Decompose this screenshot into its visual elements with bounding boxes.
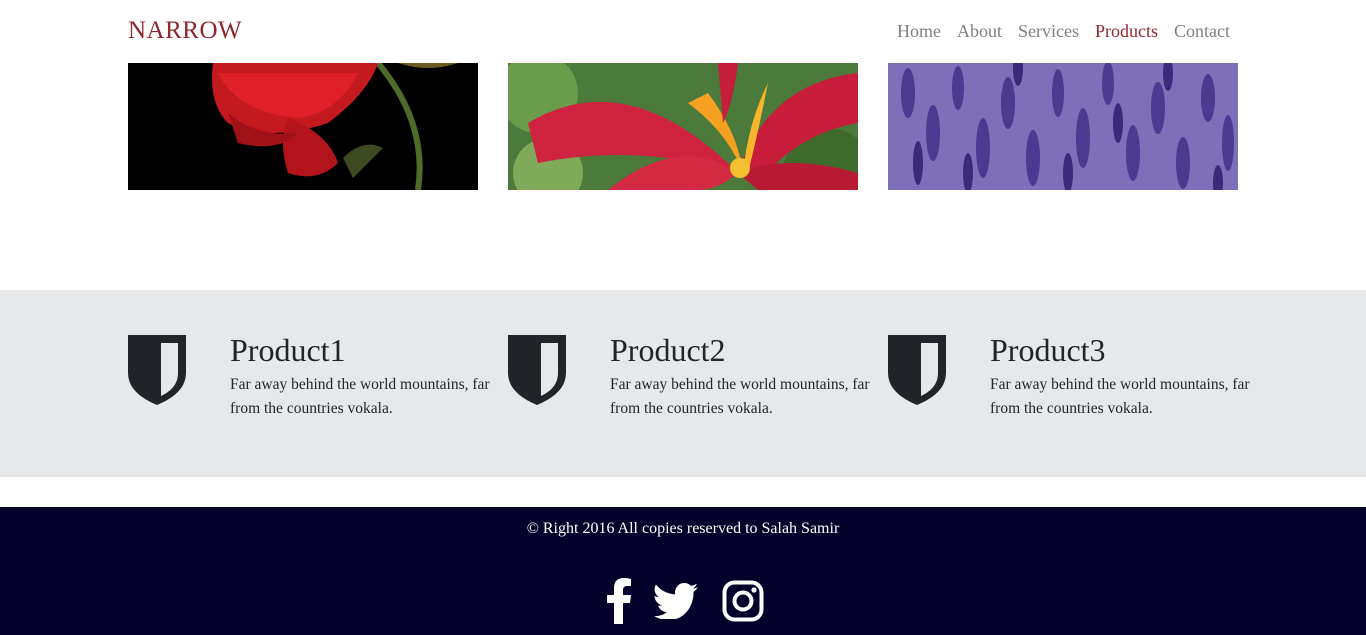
main-nav: Home About Services Products Contact xyxy=(881,21,1230,42)
product-description: Far away behind the world mountains, far… xyxy=(610,376,870,417)
shield-icon xyxy=(128,335,186,405)
site-footer: © Right 2016 All copies reserved to Sala… xyxy=(0,507,1366,635)
product-card: Product1 Far away behind the world mount… xyxy=(128,332,490,435)
product-title: Product2 xyxy=(610,332,726,368)
social-links xyxy=(0,577,1366,625)
nav-home[interactable]: Home xyxy=(897,21,941,42)
nav-contact[interactable]: Contact xyxy=(1174,21,1230,42)
product-title: Product1 xyxy=(230,332,346,368)
facebook-icon[interactable] xyxy=(602,577,636,625)
product-description: Far away behind the world mountains, far… xyxy=(990,376,1250,417)
nav-about[interactable]: About xyxy=(957,21,1002,42)
product-description: Far away behind the world mountains, far… xyxy=(230,376,490,417)
nav-products[interactable]: Products xyxy=(1095,21,1158,42)
nav-services[interactable]: Services xyxy=(1018,21,1079,42)
brand-logo[interactable]: NARROW xyxy=(128,17,242,45)
red-rose-image xyxy=(128,63,478,190)
shield-icon xyxy=(508,335,566,405)
shield-icon xyxy=(888,335,946,405)
product-gallery xyxy=(128,63,1238,190)
red-lily-image xyxy=(508,63,858,190)
instagram-icon[interactable] xyxy=(722,577,764,625)
site-header: NARROW Home About Services Products Cont… xyxy=(0,0,1366,63)
copyright-text: © Right 2016 All copies reserved to Sala… xyxy=(526,520,840,537)
product-title: Product3 xyxy=(990,332,1106,368)
product-card: Product3 Far away behind the world mount… xyxy=(888,332,1250,435)
lavender-image xyxy=(888,63,1238,190)
product-card: Product2 Far away behind the world mount… xyxy=(508,332,870,435)
twitter-icon[interactable] xyxy=(654,577,698,625)
products-section: Product1 Far away behind the world mount… xyxy=(0,290,1366,477)
